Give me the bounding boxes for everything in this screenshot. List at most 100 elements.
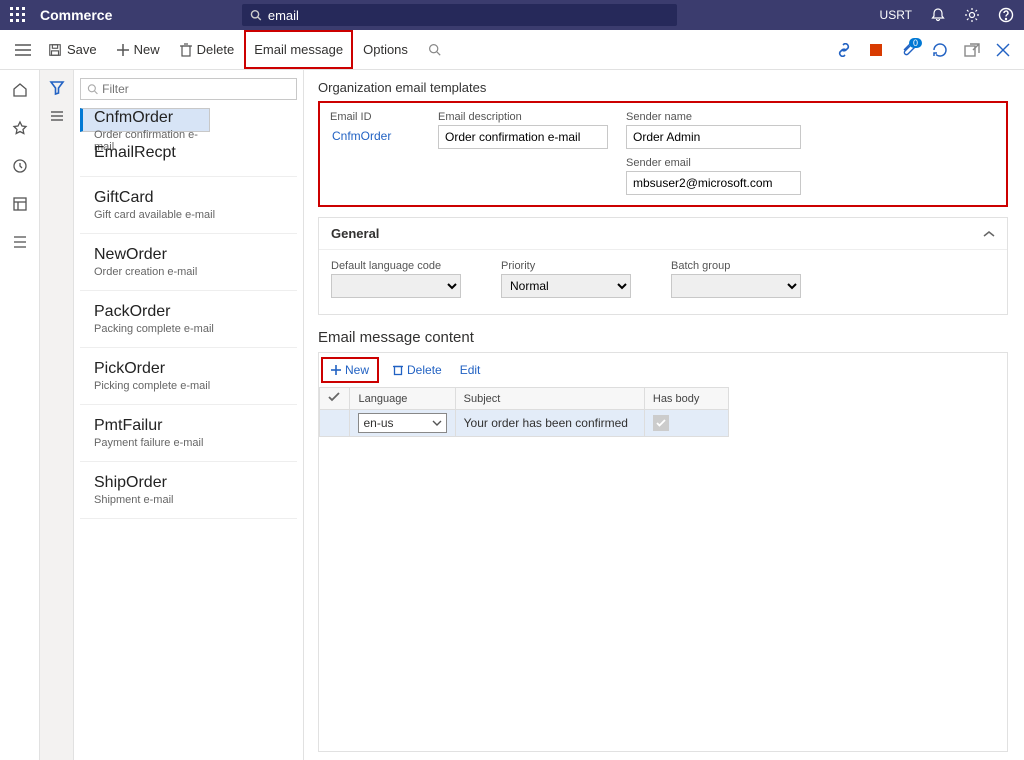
chevron-up-icon[interactable] [983,230,995,238]
col-hasbody[interactable]: Has body [644,388,728,410]
save-label: Save [67,42,97,57]
save-button[interactable]: Save [38,30,107,69]
sender-name-input[interactable] [626,125,801,149]
sender-email-label: Sender email [626,157,801,169]
list-item-sub: Payment failure e-mail [94,437,283,449]
list-item-sub: Order creation e-mail [94,266,283,278]
table-row[interactable]: en-us Your order has been confirmed [320,410,729,437]
delete-button[interactable]: Delete [170,30,245,69]
filter-box[interactable] [80,78,297,100]
list-item-title: PickOrder [94,360,283,378]
subject-cell[interactable]: Your order has been confirmed [455,410,644,437]
grid-edit-button[interactable]: Edit [456,361,485,379]
trash-icon [393,364,403,376]
new-label: New [134,42,160,57]
list-item[interactable]: ShipOrder Shipment e-mail [80,462,297,519]
grid-delete-button[interactable]: Delete [389,361,446,379]
list-item-sub: Packing complete e-mail [94,323,283,335]
gear-icon[interactable] [964,7,980,23]
page-title: Organization email templates [318,80,1008,95]
popout-icon[interactable] [964,43,980,57]
header-section: Email ID CnfmOrder Email description Sen… [318,101,1008,207]
email-desc-input[interactable] [438,125,608,149]
office-icon[interactable] [868,42,884,58]
options-button[interactable]: Options [353,30,418,69]
modules-icon[interactable] [12,234,28,250]
command-bar: Save New Delete Email message Options 0 [0,30,1024,70]
prio-select[interactable]: Normal [501,274,631,298]
favorite-icon[interactable] [12,120,28,136]
list-item[interactable]: NewOrder Order creation e-mail [80,234,297,291]
sender-email-input[interactable] [626,171,801,195]
email-id-label: Email ID [330,111,420,123]
link-icon[interactable] [836,43,852,57]
search-icon [250,9,262,21]
delete-label: Delete [197,42,235,57]
bell-icon[interactable] [930,7,946,23]
chevron-down-icon [432,420,442,426]
list-item[interactable]: PackOrder Packing complete e-mail [80,291,297,348]
new-button[interactable]: New [107,30,170,69]
search-box[interactable] [242,4,677,26]
search-icon [87,83,98,95]
list-item-sub: Picking complete e-mail [94,380,283,392]
hamburger-icon[interactable] [8,44,38,56]
home-icon[interactable] [12,82,28,98]
sender-name-label: Sender name [626,111,801,123]
list-item-title: PackOrder [94,303,283,321]
col-subject[interactable]: Subject [455,388,644,410]
lang-select[interactable] [331,274,461,298]
filter-icon[interactable] [49,80,65,96]
grid-new-button[interactable]: New [321,357,379,383]
search-icon [428,43,441,56]
list-item-title: ShipOrder [94,474,283,492]
email-message-label: Email message [254,42,343,57]
language-dropdown[interactable]: en-us [358,413,446,433]
list-item-title: PmtFailur [94,417,283,435]
list-item-title: CnfmOrder [94,109,205,127]
email-id-link[interactable]: CnfmOrder [330,125,420,147]
app-launcher-icon[interactable] [10,7,26,23]
cmd-search-button[interactable] [418,30,451,69]
refresh-icon[interactable] [932,42,948,58]
filter-input[interactable] [102,82,290,96]
attachments-button[interactable]: 0 [900,42,916,58]
top-bar: Commerce USRT [0,0,1024,30]
check-icon[interactable] [328,392,340,402]
lang-label: Default language code [331,260,461,272]
save-icon [48,43,62,57]
workspace-icon[interactable] [12,196,28,212]
content-title: Email message content [318,329,1008,346]
help-icon[interactable] [998,7,1014,23]
language-value: en-us [363,416,393,430]
recent-icon[interactable] [12,158,28,174]
email-desc-label: Email description [438,111,608,123]
list-icon[interactable] [49,110,65,122]
close-icon[interactable] [996,43,1010,57]
list-item-title: NewOrder [94,246,283,264]
batch-select[interactable] [671,274,801,298]
options-label: Options [363,42,408,57]
list-item-title: EmailRecpt [94,144,283,162]
search-input[interactable] [268,8,670,23]
general-title: General [331,226,379,241]
batch-label: Batch group [671,260,801,272]
list-item[interactable]: PmtFailur Payment failure e-mail [80,405,297,462]
attachment-count: 0 [909,38,922,48]
email-message-button[interactable]: Email message [244,30,353,69]
hasbody-checkbox[interactable] [653,415,669,431]
brand-label: Commerce [40,7,112,23]
tool-column [40,70,74,760]
list-item[interactable]: CnfmOrderOrder confirmation e-mail [80,108,210,132]
main-content: Organization email templates Email ID Cn… [304,70,1024,760]
company-label[interactable]: USRT [880,8,912,22]
list-item[interactable]: PickOrder Picking complete e-mail [80,348,297,405]
plus-icon [117,44,129,56]
list-item[interactable]: GiftCardGift card available e-mail [80,177,297,234]
record-list: CnfmOrderOrder confirmation e-mail Email… [74,70,304,760]
content-grid: New Delete Edit Language Subject Has bod… [318,352,1008,752]
col-language[interactable]: Language [350,388,455,410]
list-item-sub: Shipment e-mail [94,494,283,506]
list-item-title: GiftCard [94,189,283,207]
plus-icon [331,365,341,375]
